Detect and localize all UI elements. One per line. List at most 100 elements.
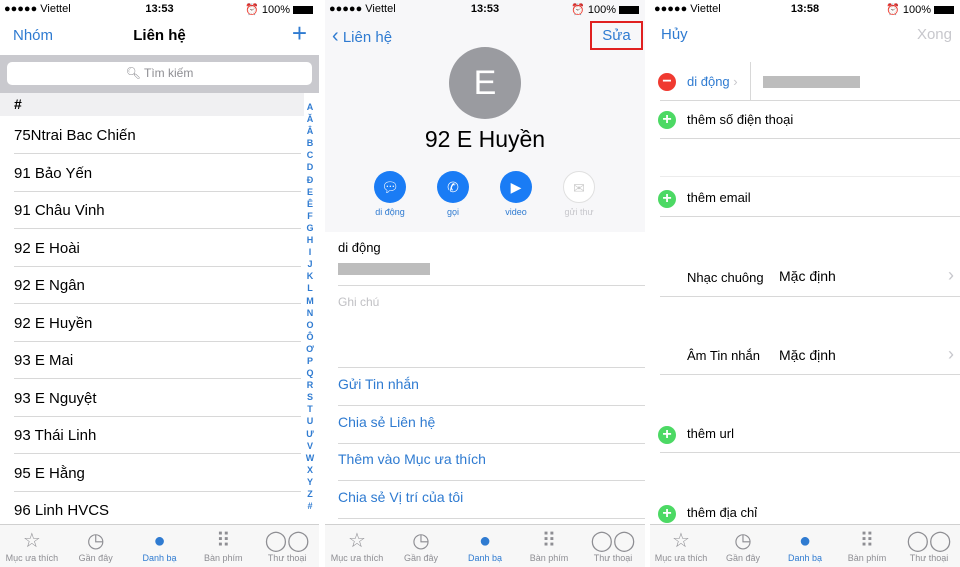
index-letter[interactable]: Ê <box>304 198 316 210</box>
index-letter[interactable]: Ô <box>304 331 316 343</box>
add-phone-icon[interactable]: + <box>658 111 676 129</box>
index-letter[interactable]: K <box>304 270 316 282</box>
index-letter[interactable]: N <box>304 307 316 319</box>
phone-type-selector[interactable]: di động › <box>687 74 738 89</box>
tab-voicemail[interactable]: ◯◯ Thư thoại <box>898 525 960 567</box>
index-letter[interactable]: Â <box>304 125 316 137</box>
tab-person[interactable]: ● Danh bạ <box>128 525 192 567</box>
index-letter[interactable]: E <box>304 186 316 198</box>
index-letter[interactable]: G <box>304 222 316 234</box>
index-letter[interactable]: Đ <box>304 174 316 186</box>
index-letter[interactable]: Q <box>304 367 316 379</box>
edit-button[interactable]: Sửa <box>590 21 643 50</box>
add-url-icon[interactable]: + <box>658 426 676 444</box>
index-letter[interactable]: Y <box>304 476 316 488</box>
phone-number-input[interactable] <box>763 75 860 93</box>
tab-star[interactable]: ☆ Mục ưa thích <box>650 525 712 567</box>
contact-row[interactable]: 95 E Hằng <box>14 455 301 492</box>
tab-voicemail[interactable]: ◯◯ Thư thoại <box>581 525 645 567</box>
alphabet-index[interactable]: A Ă Â B C D Đ E Ê F G H I J K L M N O Ô Ơ P Q R S T U Ư V W X Y Z # <box>304 101 316 512</box>
index-letter[interactable]: W <box>304 452 316 464</box>
text-tone-label: Âm Tin nhắn <box>687 348 760 363</box>
divider <box>660 452 960 453</box>
mail-icon[interactable]: ✉ <box>563 171 595 203</box>
remove-phone-button[interactable]: − <box>658 73 676 91</box>
add-url-button[interactable]: thêm url <box>687 426 734 441</box>
search-input[interactable]: 🔍︎ Tìm kiếm <box>7 62 312 85</box>
index-letter[interactable]: I <box>304 246 316 258</box>
contacts-list-screen: ●●●●● Viettel 13:53 ⏰ 100% Nhóm Liên hệ + … <box>0 0 319 567</box>
action-label: video <box>505 207 527 217</box>
index-letter[interactable]: Ư <box>304 428 316 440</box>
action-link[interactable]: Thêm vào Mục ưa thích <box>338 451 486 467</box>
chevron-right-icon: › <box>948 265 954 285</box>
tab-label: Thư thoại <box>593 553 633 563</box>
index-letter[interactable]: Z <box>304 488 316 500</box>
ringtone-value[interactable]: Mặc định <box>779 268 836 284</box>
add-address-button[interactable]: thêm địa chỉ <box>687 505 757 520</box>
action-link[interactable]: Chia sẻ Vị trí của tôi <box>338 489 463 505</box>
cancel-button[interactable]: Hủy <box>661 26 688 43</box>
tab-person[interactable]: ● Danh bạ <box>453 525 517 567</box>
index-letter[interactable]: C <box>304 149 316 161</box>
tab-keypad[interactable]: ⠿ Bàn phím <box>517 525 581 567</box>
tab-clock[interactable]: ◷ Gần đây <box>712 525 774 567</box>
battery-icon <box>619 6 639 15</box>
back-label: Liên hệ <box>342 29 393 46</box>
tab-keypad[interactable]: ⠿ Bàn phím <box>836 525 898 567</box>
index-letter[interactable]: J <box>304 258 316 270</box>
tab-star[interactable]: ☆ Mục ưa thích <box>325 525 389 567</box>
tab-clock[interactable]: ◷ Gần đây <box>389 525 453 567</box>
index-letter[interactable]: L <box>304 282 316 294</box>
add-email-icon[interactable]: + <box>658 190 676 208</box>
index-letter[interactable]: F <box>304 210 316 222</box>
index-letter[interactable]: Ơ <box>304 343 316 355</box>
index-letter[interactable]: B <box>304 137 316 149</box>
contact-row[interactable]: 92 E Ngân <box>14 267 301 304</box>
contact-row[interactable]: 93 E Mai <box>14 342 301 379</box>
contact-row[interactable]: 93 Thái Linh <box>14 417 301 454</box>
index-letter[interactable]: P <box>304 355 316 367</box>
notes-field[interactable]: Ghi chú <box>338 295 379 309</box>
index-letter[interactable]: Ă <box>304 113 316 125</box>
divider <box>338 285 645 286</box>
action-link[interactable]: Chia sẻ Liên hệ <box>338 414 435 430</box>
contact-row[interactable]: 93 E Nguyệt <box>14 380 301 417</box>
add-contact-button[interactable]: + <box>292 18 307 49</box>
index-letter[interactable]: O <box>304 319 316 331</box>
back-button[interactable]: ‹ Liên hệ <box>332 25 392 48</box>
tab-voicemail[interactable]: ◯◯ Thư thoại <box>255 525 319 567</box>
phone-icon[interactable]: ✆ <box>437 171 469 203</box>
index-letter[interactable]: T <box>304 403 316 415</box>
index-letter[interactable]: M <box>304 295 316 307</box>
index-letter[interactable]: U <box>304 415 316 427</box>
index-letter[interactable]: # <box>304 500 316 512</box>
add-address-icon[interactable]: + <box>658 505 676 523</box>
done-button[interactable]: Xong <box>917 26 952 43</box>
message-icon[interactable]: 💬︎ <box>374 171 406 203</box>
index-letter[interactable]: H <box>304 234 316 246</box>
text-tone-value[interactable]: Mặc định <box>779 347 836 363</box>
contact-row[interactable]: 91 Châu Vinh <box>14 192 301 229</box>
index-letter[interactable]: X <box>304 464 316 476</box>
index-letter[interactable]: V <box>304 440 316 452</box>
index-letter[interactable]: R <box>304 379 316 391</box>
index-letter[interactable]: A <box>304 101 316 113</box>
contact-row[interactable]: 91 Bảo Yến <box>14 155 301 192</box>
contact-row[interactable]: 92 E Hoài <box>14 230 301 267</box>
index-letter[interactable]: S <box>304 391 316 403</box>
phone-number-redacted[interactable] <box>338 262 430 280</box>
tab-clock[interactable]: ◷ Gần đây <box>64 525 128 567</box>
divider <box>660 138 960 139</box>
video-icon[interactable]: ▶ <box>500 171 532 203</box>
tab-person[interactable]: ● Danh bạ <box>774 525 836 567</box>
index-letter[interactable]: D <box>304 161 316 173</box>
tab-star[interactable]: ☆ Mục ưa thích <box>0 525 64 567</box>
add-phone-button[interactable]: thêm số điện thoại <box>687 112 793 127</box>
contact-row[interactable]: 92 E Huyền <box>14 305 301 342</box>
chevron-right-icon: › <box>948 344 954 364</box>
contact-row[interactable]: 75Ntrai Bac Chiến <box>14 117 301 154</box>
tab-keypad[interactable]: ⠿ Bàn phím <box>191 525 255 567</box>
add-email-button[interactable]: thêm email <box>687 190 751 205</box>
action-link[interactable]: Gửi Tin nhắn <box>338 376 419 392</box>
